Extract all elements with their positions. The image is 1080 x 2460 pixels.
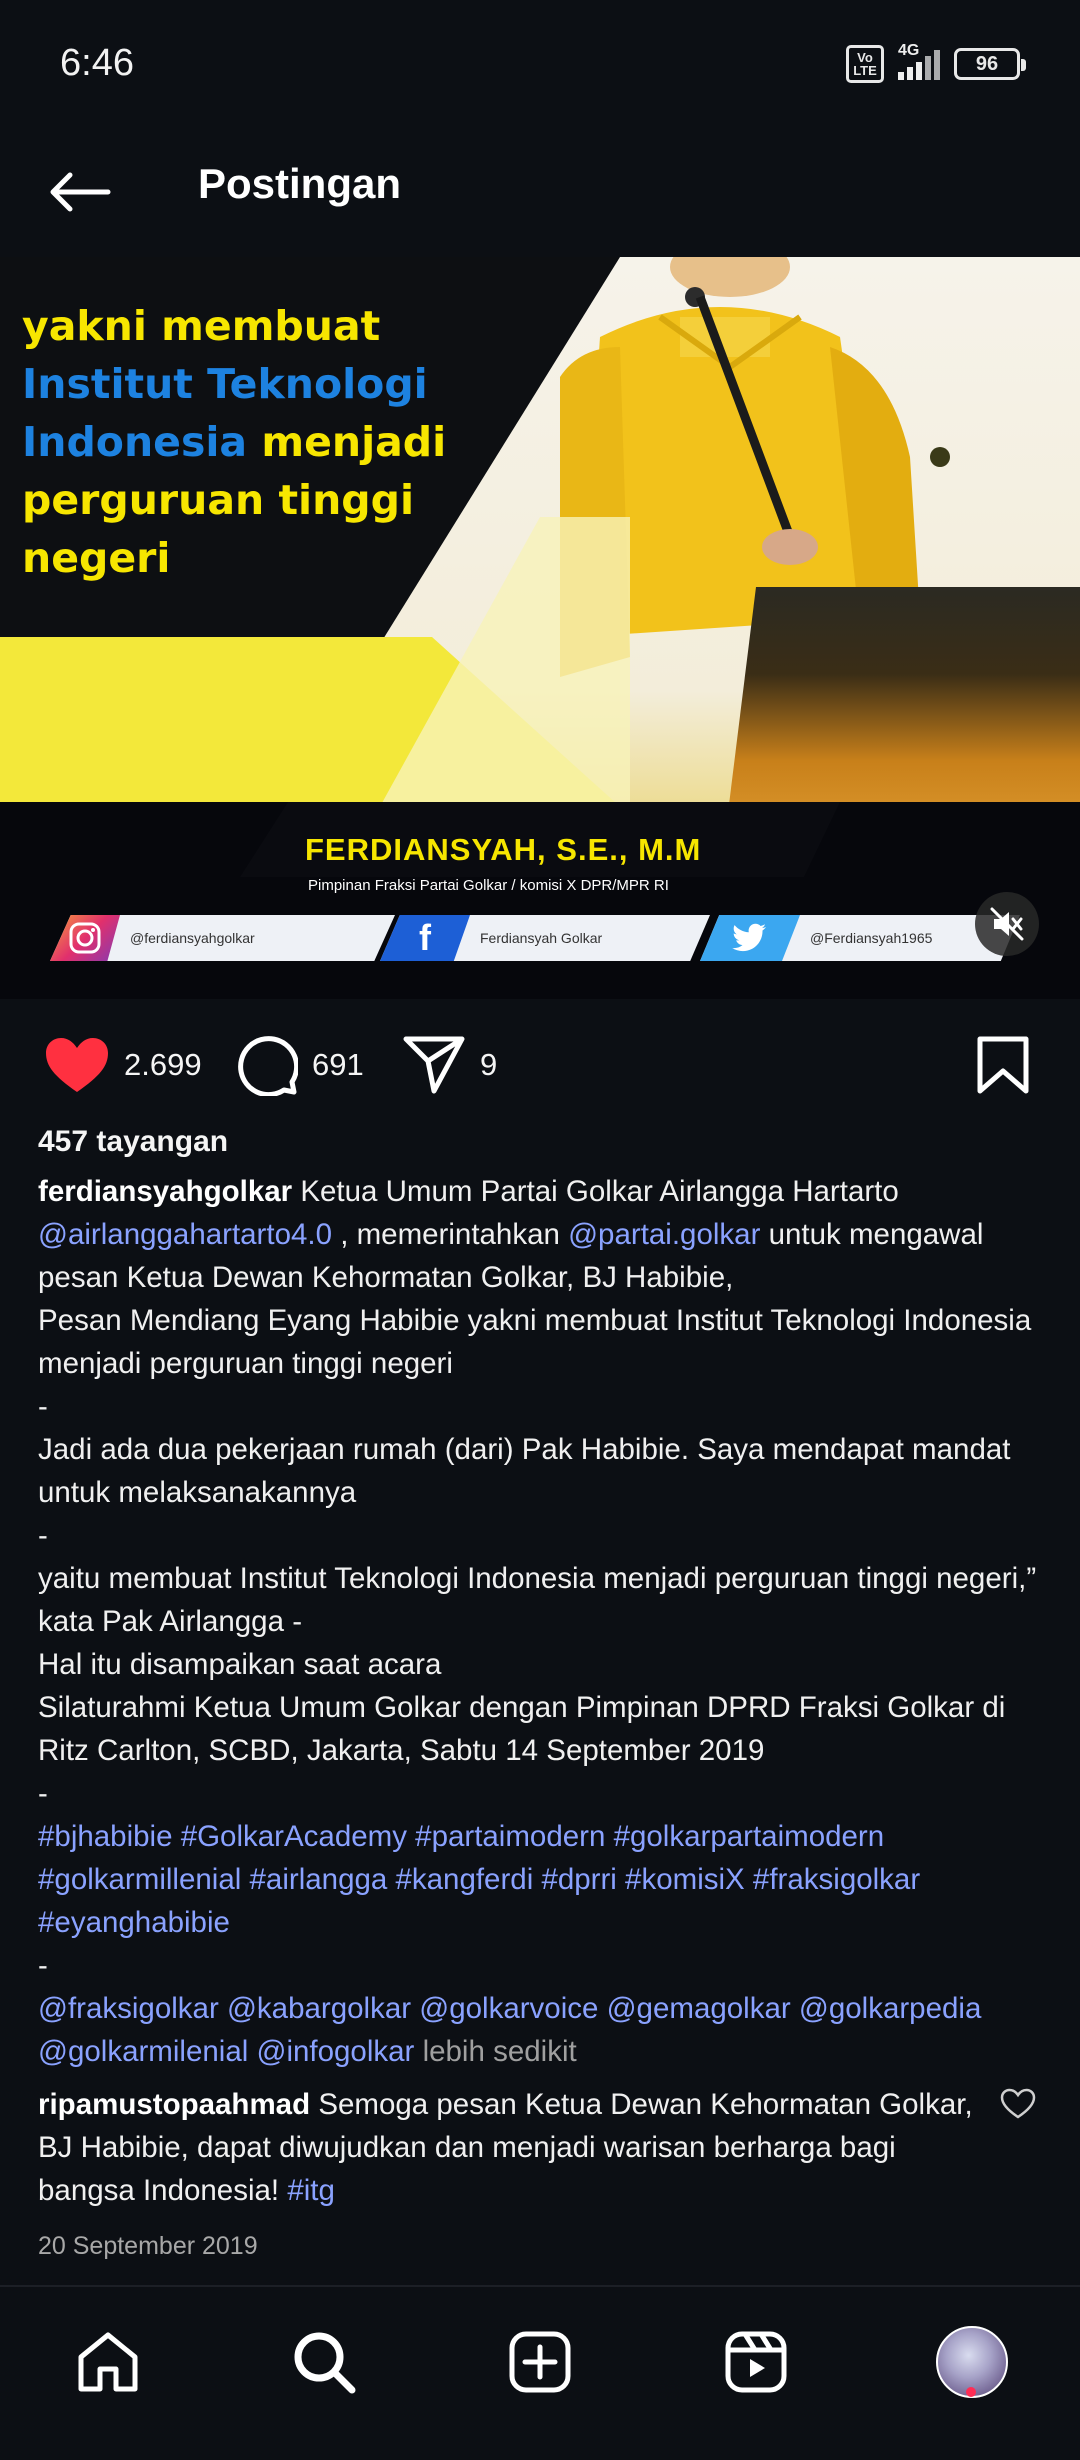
- instagram-tag: @ferdiansyahgolkar: [50, 915, 395, 961]
- header: Postingan: [0, 130, 1080, 260]
- share-count: 9: [480, 1047, 498, 1082]
- view-count: 457 tayangan: [38, 1125, 229, 1158]
- headline-line: Indonesia: [22, 418, 248, 466]
- caption-line: Silaturahmi Ketua Umum Golkar dengan Pim…: [38, 1691, 1006, 1767]
- plus-square-icon: [509, 2331, 571, 2393]
- speaker-name: FERDIANSYAH, S.E., M.M: [305, 832, 702, 867]
- headline-line: perguruan tinggi: [22, 476, 415, 524]
- media-headline: yakni membuat Institut Teknologi Indones…: [22, 297, 446, 587]
- caption-username[interactable]: ferdiansyahgolkar: [38, 1175, 292, 1208]
- post-actions: 2.699 691 9: [0, 1020, 1080, 1110]
- search-icon: [294, 2332, 356, 2394]
- caption-separator: -: [38, 1390, 48, 1423]
- twitter-handle: @Ferdiansyah1965: [810, 930, 933, 946]
- comment-username[interactable]: ripamustopaahmad: [38, 2088, 310, 2121]
- top-comment: ripamustopaahmad Semoga pesan Ketua Dewa…: [38, 2083, 978, 2212]
- caption-mention[interactable]: @partai.golkar: [568, 1218, 760, 1251]
- comment-count: 691: [312, 1047, 364, 1082]
- like-button[interactable]: 2.699: [44, 1020, 202, 1110]
- share-button[interactable]: 9: [402, 1020, 497, 1110]
- status-icons: Vo LTE 4G 96: [846, 42, 1026, 84]
- paper-plane-icon: [403, 1036, 465, 1094]
- network-type: 4G: [898, 42, 920, 59]
- nav-reels[interactable]: [711, 2317, 801, 2407]
- bottom-nav: [0, 2285, 1080, 2460]
- caption-separator: -: [38, 1949, 48, 1982]
- headline-line: negeri: [22, 534, 171, 582]
- reels-icon: [725, 2331, 787, 2393]
- caption-separator: -: [38, 1519, 48, 1552]
- speaker-title: Pimpinan Fraksi Partai Golkar / komisi X…: [308, 877, 669, 894]
- save-button[interactable]: [976, 1020, 1030, 1110]
- home-icon: [78, 2332, 138, 2392]
- battery-icon: 96: [954, 48, 1026, 80]
- speaker-muted-icon: [990, 907, 1024, 941]
- twitter-tag: @Ferdiansyah1965: [700, 915, 1020, 961]
- caption-line: Jadi ada dua pekerjaan rumah (dari) Pak …: [38, 1433, 1011, 1509]
- bookmark-icon: [977, 1036, 1029, 1094]
- caption-mention[interactable]: @airlanggahartarto4.0: [38, 1218, 332, 1251]
- caption-line: yaitu membuat Institut Teknologi Indones…: [38, 1562, 1037, 1638]
- post-caption: ferdiansyahgolkar Ketua Umum Partai Golk…: [38, 1170, 1048, 2073]
- caption-hashtags[interactable]: #bjhabibie #GolkarAcademy #partaimodern …: [38, 1815, 1048, 1944]
- page-title: Postingan: [198, 160, 402, 207]
- caption-line: Pesan Mendiang Eyang Habibie yakni membu…: [38, 1304, 1032, 1380]
- mute-button[interactable]: [975, 892, 1039, 956]
- post-date: 20 September 2019: [38, 2232, 258, 2260]
- post-media[interactable]: yakni membuat Institut Teknologi Indones…: [0, 257, 1080, 999]
- show-less-link[interactable]: lebih sedikit: [423, 2035, 577, 2068]
- nav-home[interactable]: [63, 2317, 153, 2407]
- nav-create[interactable]: [495, 2317, 585, 2407]
- caption-text: , memerintahkan: [332, 1218, 569, 1251]
- battery-level: 96: [975, 52, 999, 75]
- facebook-handle: Ferdiansyah Golkar: [480, 930, 603, 946]
- instagram-handle: @ferdiansyahgolkar: [130, 930, 255, 946]
- speech-bubble-icon: [238, 1036, 298, 1096]
- back-button[interactable]: [40, 152, 120, 232]
- volte-icon: Vo LTE: [846, 45, 884, 83]
- status-time: 6:46: [60, 42, 134, 84]
- comment-like-button[interactable]: [1000, 2088, 1036, 2124]
- caption-separator: -: [38, 1777, 48, 1810]
- comment-button[interactable]: 691: [236, 1020, 364, 1110]
- headline-line: yakni membuat: [22, 302, 381, 350]
- heart-outline-icon: [1000, 2088, 1036, 2119]
- nav-search[interactable]: [279, 2317, 369, 2407]
- caption-line: Hal itu disampaikan saat acara: [38, 1648, 442, 1681]
- signal-icon: 4G: [898, 42, 940, 80]
- heart-filled-icon: [46, 1038, 108, 1092]
- facebook-tag: f Ferdiansyah Golkar: [380, 915, 710, 961]
- caption-text: Ketua Umum Partai Golkar Airlangga Harta…: [292, 1175, 899, 1208]
- headline-line: Institut Teknologi: [22, 360, 428, 408]
- status-bar: 6:46 Vo LTE 4G 96: [0, 0, 1080, 130]
- notification-dot: [966, 2387, 976, 2397]
- comment-hashtag[interactable]: #itg: [287, 2174, 335, 2207]
- like-count: 2.699: [124, 1047, 202, 1082]
- arrow-left-icon: [50, 172, 111, 212]
- headline-line: menjadi: [247, 418, 447, 466]
